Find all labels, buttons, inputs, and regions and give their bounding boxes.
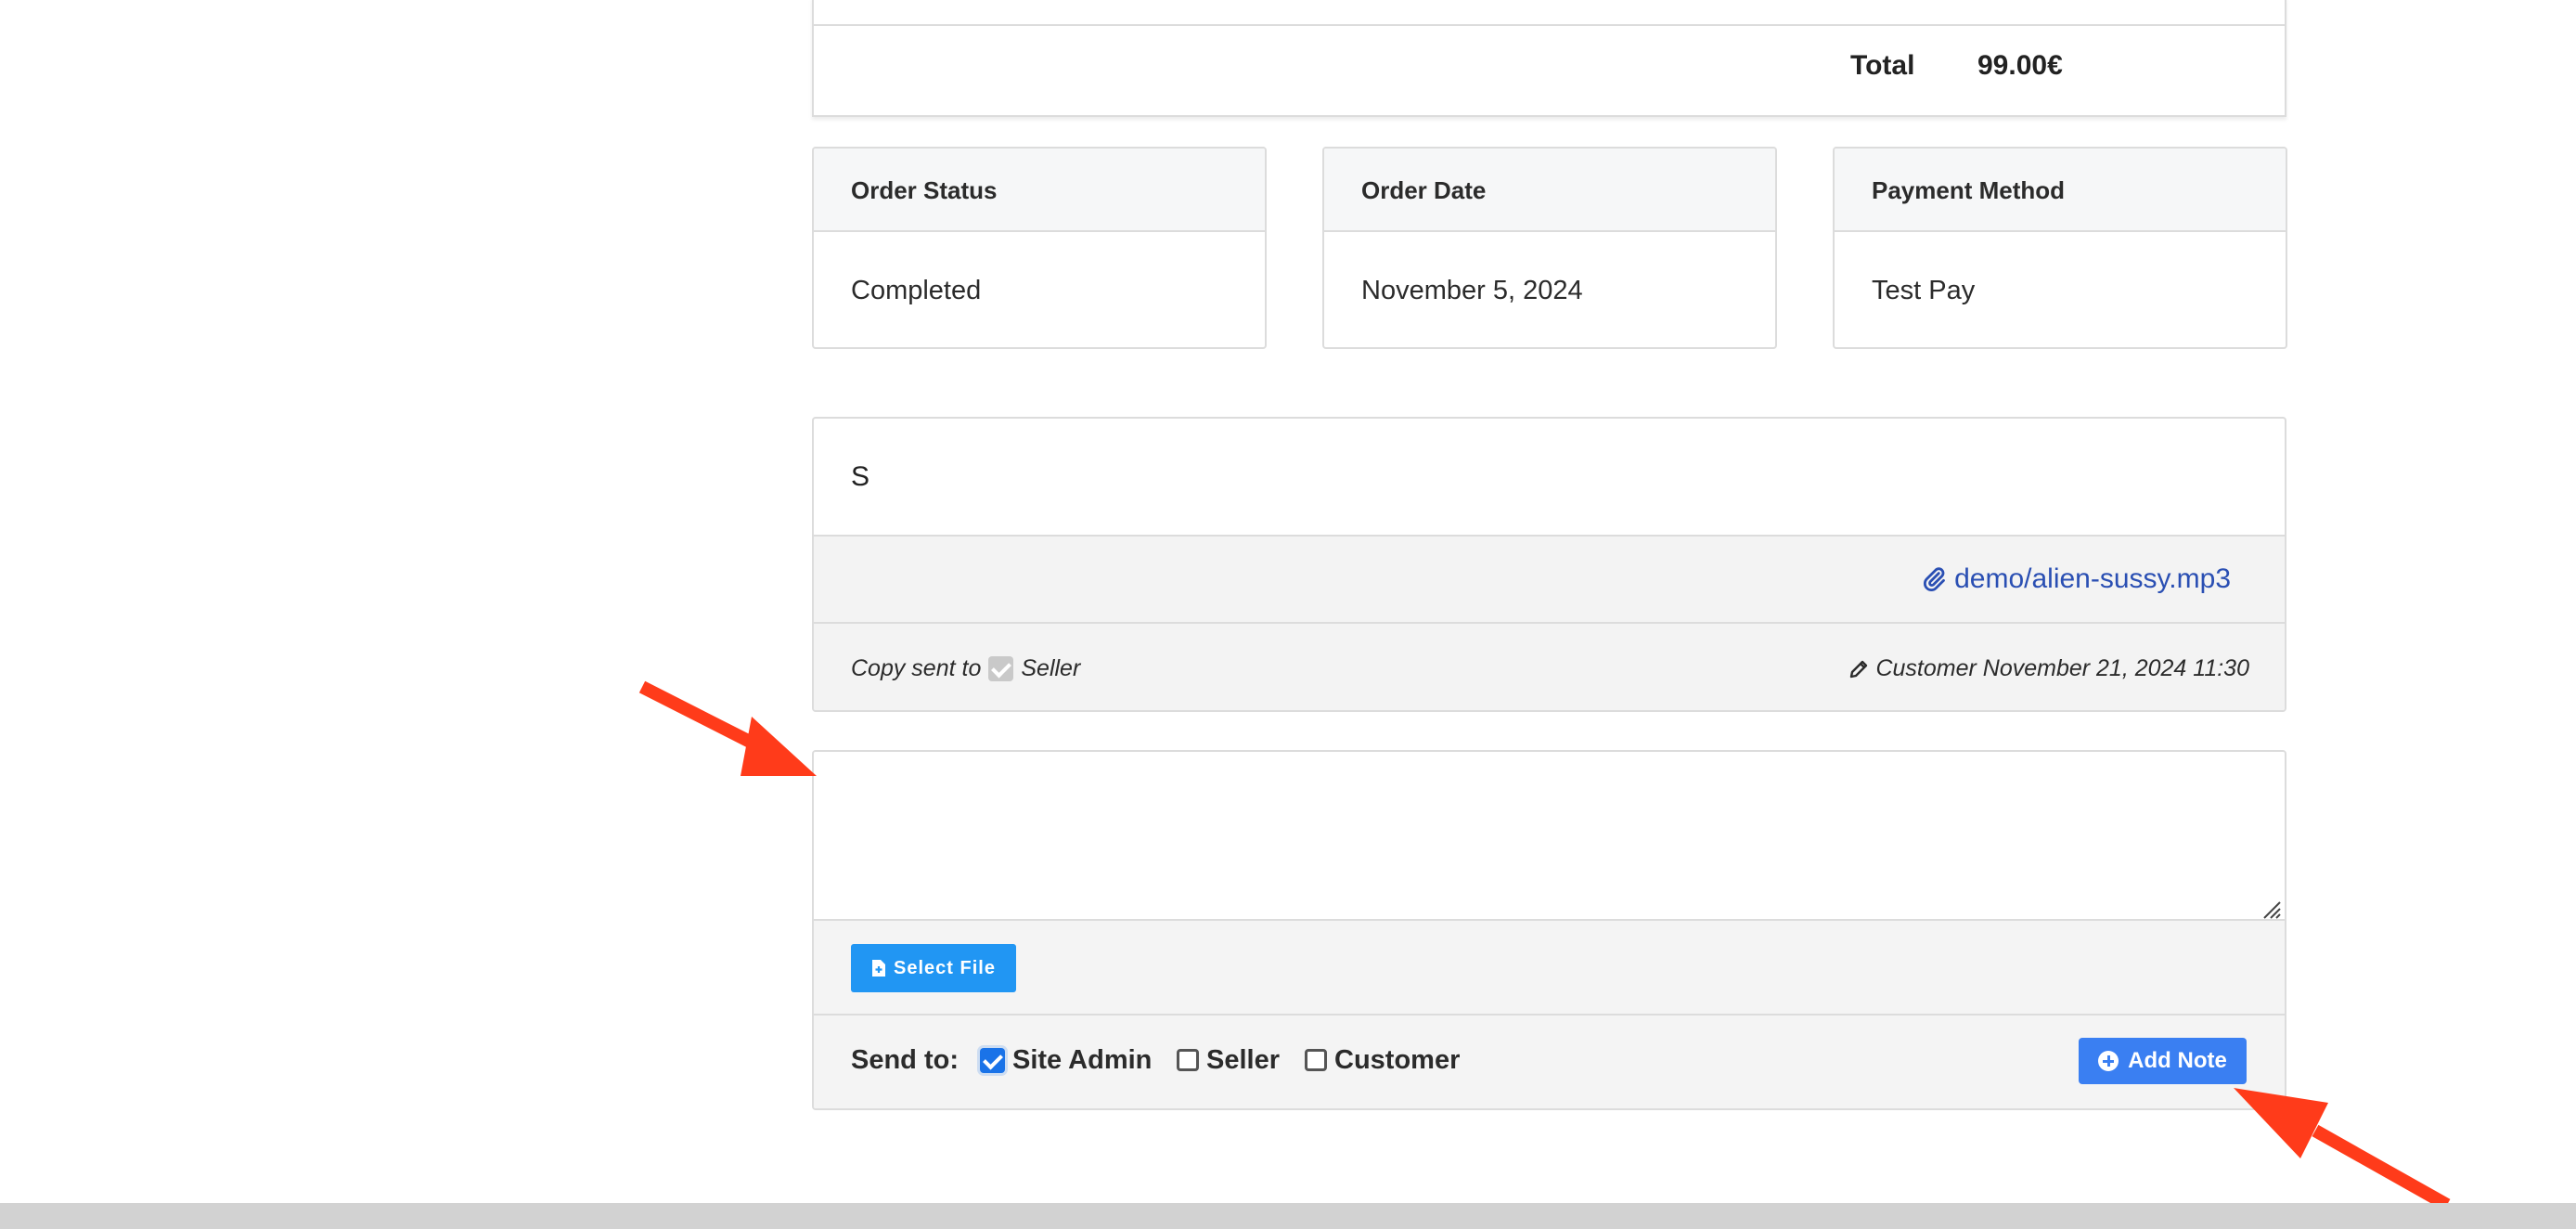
note-text: S [851, 461, 870, 492]
attachment-link[interactable]: demo/alien-sussy.mp3 [1921, 537, 2231, 622]
payment-method-value: Test Pay [1872, 276, 1976, 305]
order-status-label: Order Status [814, 149, 1265, 232]
order-total-card: Total 99.00€ [812, 0, 2286, 117]
checkbox-checked-icon[interactable] [980, 1047, 1005, 1073]
total-value: 99.00€ [1977, 50, 2063, 81]
send-to-label: Send to: [851, 1045, 959, 1075]
recipient-site-admin-checkbox[interactable]: Site Admin [980, 1016, 1152, 1105]
recipient-customer-checkbox[interactable]: Customer [1305, 1016, 1460, 1105]
payment-method-card: Payment Method Test Pay [1833, 147, 2287, 349]
divider [814, 24, 2285, 26]
recipient-customer-label: Customer [1334, 1044, 1461, 1075]
recipient-seller-label: Seller [1206, 1044, 1280, 1075]
copy-sent-info: Copy sent to Seller [851, 624, 1081, 710]
attachment-filename: demo/alien-sussy.mp3 [1954, 563, 2231, 594]
recipient-seller-checkbox[interactable]: Seller [1177, 1016, 1280, 1105]
order-status-value: Completed [851, 276, 982, 305]
note-meta-row: Copy sent to Seller Customer November 21… [814, 624, 2285, 710]
select-file-button[interactable]: Select File [851, 944, 1016, 992]
note-textarea[interactable] [814, 752, 2285, 921]
copy-recipient: Seller [1021, 655, 1081, 681]
resize-grip-icon[interactable] [2260, 899, 2281, 919]
add-note-form: Select File Send to: Site Admin Seller C… [812, 750, 2286, 1110]
send-to-row: Send to: Site Admin Seller Customer Add … [814, 1016, 2285, 1108]
order-date-card: Order Date November 5, 2024 [1322, 147, 1777, 349]
select-file-label: Select File [894, 957, 996, 978]
footer-bar [0, 1203, 2576, 1229]
total-label: Total [1850, 50, 1915, 81]
note-author-meta: Customer November 21, 2024 11:30 [1875, 655, 2249, 681]
add-note-button[interactable]: Add Note [2079, 1038, 2247, 1084]
copy-checked-icon [988, 656, 1014, 681]
note-author-info: Customer November 21, 2024 11:30 [1848, 624, 2249, 710]
arrow-annotation-icon [2234, 1088, 2451, 1211]
pencil-icon [1850, 660, 1868, 678]
order-status-card: Order Status Completed [812, 147, 1267, 349]
checkbox-empty-icon[interactable] [1305, 1049, 1327, 1071]
attachment-row: demo/alien-sussy.mp3 [814, 535, 2285, 624]
file-plus-icon [872, 960, 886, 977]
file-upload-row: Select File [814, 921, 2285, 1016]
order-date-label: Order Date [1324, 149, 1775, 232]
order-date-value: November 5, 2024 [1361, 276, 1583, 305]
payment-method-label: Payment Method [1835, 149, 2286, 232]
order-note-card: S demo/alien-sussy.mp3 Copy sent to Sell… [812, 417, 2286, 712]
plus-circle-icon [2098, 1051, 2119, 1071]
recipient-site-admin-label: Site Admin [1012, 1044, 1153, 1075]
copy-sent-label: Copy sent to [851, 655, 982, 681]
add-note-label: Add Note [2128, 1048, 2227, 1073]
arrow-annotation-icon [638, 680, 817, 776]
checkbox-empty-icon[interactable] [1177, 1049, 1199, 1071]
paperclip-icon [1924, 567, 1945, 591]
